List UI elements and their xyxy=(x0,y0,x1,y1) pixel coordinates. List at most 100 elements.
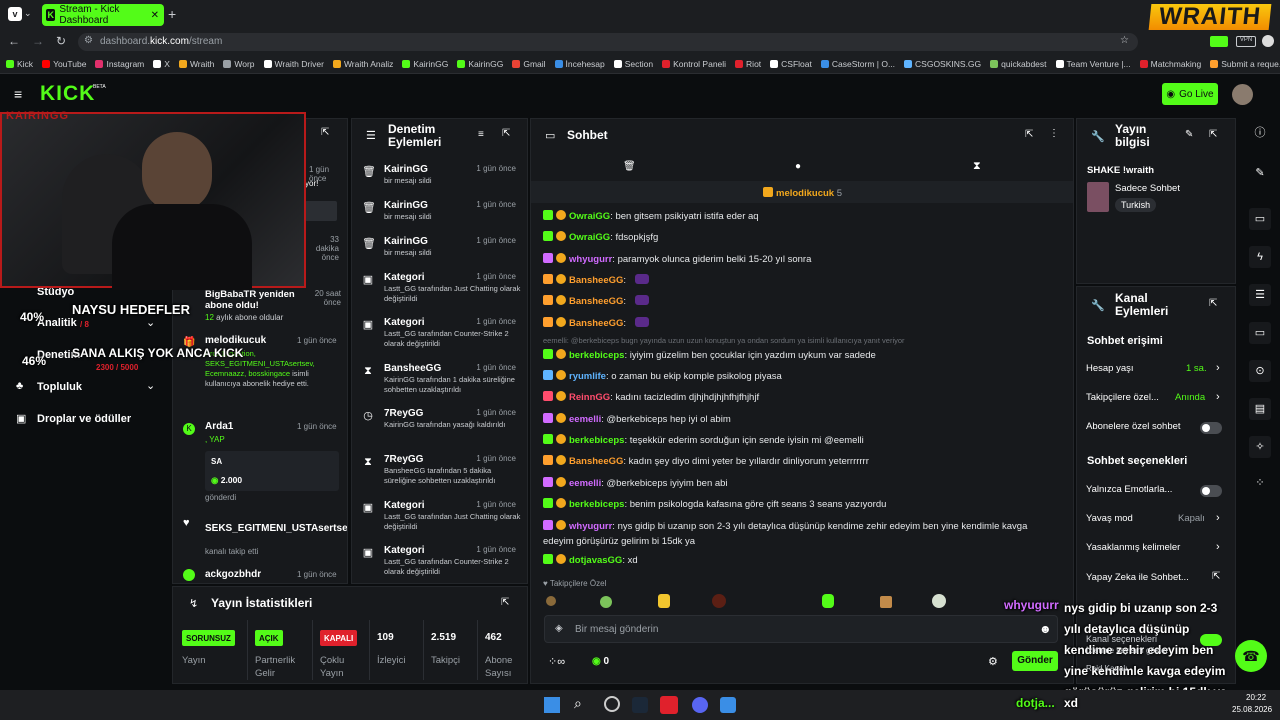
channel-setting-label[interactable]: Yasaklanmış kelimeler xyxy=(1086,542,1180,553)
info-icon[interactable]: ⓘ xyxy=(1249,122,1271,144)
bookmark-item[interactable]: Wraith Analiz xyxy=(332,59,393,69)
popout-icon[interactable]: ⇱ xyxy=(1209,298,1217,309)
steam-icon[interactable] xyxy=(632,697,648,713)
chat-icon[interactable]: ▭ xyxy=(1249,322,1271,344)
bookmark-item[interactable]: Wraith xyxy=(178,59,214,69)
bookmark-item[interactable]: Instagram xyxy=(95,59,144,69)
chevron-down-icon[interactable]: ⌄ xyxy=(146,316,155,329)
sidebar-item-community[interactable]: Topluluk xyxy=(37,381,82,393)
channel-setting-label[interactable]: Hesap yaşı xyxy=(1086,363,1134,374)
bookmark-item[interactable]: KairinGG xyxy=(457,59,503,69)
profile-icon[interactable] xyxy=(1262,35,1274,47)
bookmark-item[interactable]: Kick xyxy=(6,59,33,69)
chat-username[interactable]: ReinnGG xyxy=(569,392,610,403)
external-link-icon[interactable]: ⇱ xyxy=(1212,571,1220,582)
broadcast-icon[interactable]: ⊙ xyxy=(1249,360,1271,382)
popout-icon[interactable]: ⇱ xyxy=(321,127,329,138)
popout-icon[interactable]: ⇱ xyxy=(1209,129,1217,140)
chevron-right-icon[interactable]: › xyxy=(1216,391,1220,403)
chevron-right-icon[interactable]: › xyxy=(1216,512,1220,524)
chat-username[interactable]: dotjavasGG xyxy=(569,555,622,566)
channel-setting-label[interactable]: Yalnızca Emotlarla... xyxy=(1086,484,1172,495)
channel-setting-label[interactable]: Yapay Zeka ile Sohbet... xyxy=(1086,572,1189,583)
bookmark-item[interactable]: Section xyxy=(613,59,653,69)
pinned-user[interactable]: melodikucuk xyxy=(776,188,834,199)
chat-username[interactable]: BansheeGG xyxy=(569,456,623,467)
edit-icon[interactable]: ✎ xyxy=(1249,162,1271,184)
emote-icon[interactable] xyxy=(932,594,946,608)
bookmark-item[interactable]: İncehesap xyxy=(554,59,605,69)
extension-icon[interactable] xyxy=(1210,36,1228,47)
bookmark-item[interactable]: Matchmaking xyxy=(1139,59,1201,69)
chat-bubble-icon[interactable]: ● xyxy=(795,161,801,172)
chat-username[interactable]: berkebiceps xyxy=(569,499,624,510)
emoji-icon[interactable]: ☻ xyxy=(1039,622,1052,636)
bookmark-item[interactable]: Kontrol Paneli xyxy=(662,59,726,69)
chevron-right-icon[interactable]: › xyxy=(1216,541,1220,553)
support-chat-button[interactable]: ☎ xyxy=(1235,640,1267,672)
bookmark-item[interactable]: Team Venture |... xyxy=(1055,59,1131,69)
popout-icon[interactable]: ⇱ xyxy=(1025,129,1033,140)
reload-icon[interactable]: ↻ xyxy=(56,34,66,48)
bookmark-item[interactable]: KairinGG xyxy=(402,59,448,69)
show-viewcount-toggle[interactable] xyxy=(1200,634,1222,646)
popout-icon[interactable]: ⇱ xyxy=(501,597,509,608)
new-tab-icon[interactable]: + xyxy=(168,6,176,22)
chat-username[interactable]: berkebiceps xyxy=(569,435,624,446)
bookmark-item[interactable]: Worp xyxy=(223,59,255,69)
bookmark-item[interactable]: YouTube xyxy=(42,59,86,69)
chat-username[interactable]: whyugurr xyxy=(569,254,612,265)
emote-icon[interactable] xyxy=(822,594,834,608)
discord-icon[interactable] xyxy=(692,697,708,713)
chat-username[interactable]: ryumlife xyxy=(569,371,606,382)
bookmark-item[interactable]: Riot xyxy=(735,59,761,69)
obs-icon[interactable] xyxy=(604,696,620,712)
toggle-switch[interactable] xyxy=(1200,485,1222,497)
sidebar-item-drops[interactable]: Droplar ve ödüller xyxy=(37,413,131,425)
bookmark-item[interactable]: CaseStorm | O... xyxy=(820,59,895,69)
edit-icon[interactable]: ✎ xyxy=(1185,129,1193,140)
chat-username[interactable]: OwraiGG xyxy=(569,232,610,243)
settings-gear-icon[interactable]: ⚙ xyxy=(988,655,998,668)
chat-username[interactable]: BansheeGG xyxy=(569,296,623,307)
more-options-icon[interactable]: ⋮ xyxy=(1049,128,1059,139)
channel-setting-label[interactable]: Yavaş mod xyxy=(1086,513,1133,524)
kick-logo[interactable]: KICK xyxy=(40,82,95,106)
avatar[interactable] xyxy=(1232,84,1253,105)
popout-icon[interactable]: ⇱ xyxy=(502,128,510,139)
forward-icon[interactable]: → xyxy=(32,34,44,48)
list-icon[interactable]: ☰ xyxy=(1249,284,1271,306)
community-icon[interactable]: ⁘ xyxy=(1249,472,1271,494)
bookmark-item[interactable]: Submit a reque... xyxy=(1210,59,1280,69)
emote-icon[interactable] xyxy=(600,596,612,608)
windows-start-icon[interactable] xyxy=(544,697,560,713)
channel-setting-label[interactable]: Abonelere özel sohbet xyxy=(1086,421,1181,432)
emote-icon[interactable] xyxy=(712,594,726,608)
trash-icon[interactable]: 🗑 xyxy=(623,161,636,172)
app-icon[interactable] xyxy=(720,697,736,713)
chat-input[interactable]: ◈ Bir mesaj gönderin ☻ xyxy=(544,615,1058,643)
bookmark-item[interactable]: X xyxy=(153,59,170,69)
infinity-icon[interactable]: ⁘∞ xyxy=(548,655,565,668)
chat-username[interactable]: BansheeGG xyxy=(569,318,623,329)
search-icon[interactable]: ⌕ xyxy=(574,695,582,712)
chat-username[interactable]: eemelli xyxy=(569,414,601,425)
bookmark-item[interactable]: quickabdest xyxy=(990,59,1047,69)
hamburger-menu-icon[interactable]: ≡ xyxy=(14,86,22,102)
send-button[interactable]: Gönder xyxy=(1012,651,1058,671)
browser-menu-icon[interactable]: v xyxy=(8,7,22,21)
emote-icon[interactable] xyxy=(658,594,670,608)
site-info-icon[interactable]: ⚙ xyxy=(84,35,93,46)
chevron-down-icon[interactable]: ⌄ xyxy=(146,379,155,392)
wrench-icon[interactable]: ✧ xyxy=(1249,436,1271,458)
chat-username[interactable]: berkebiceps xyxy=(569,350,624,361)
bookmark-item[interactable]: Gmail xyxy=(512,59,546,69)
chat-username[interactable]: OwraiGG xyxy=(569,211,610,222)
chat-username[interactable]: BansheeGG xyxy=(569,275,623,286)
chevron-right-icon[interactable]: › xyxy=(1216,362,1220,374)
toggle-switch[interactable] xyxy=(1200,422,1222,434)
filter-icon[interactable]: ≡ xyxy=(478,129,484,140)
hourglass-icon[interactable]: ⧗ xyxy=(973,160,981,173)
emote-icon[interactable] xyxy=(880,596,892,608)
video-icon[interactable]: ▭ xyxy=(1249,208,1271,230)
